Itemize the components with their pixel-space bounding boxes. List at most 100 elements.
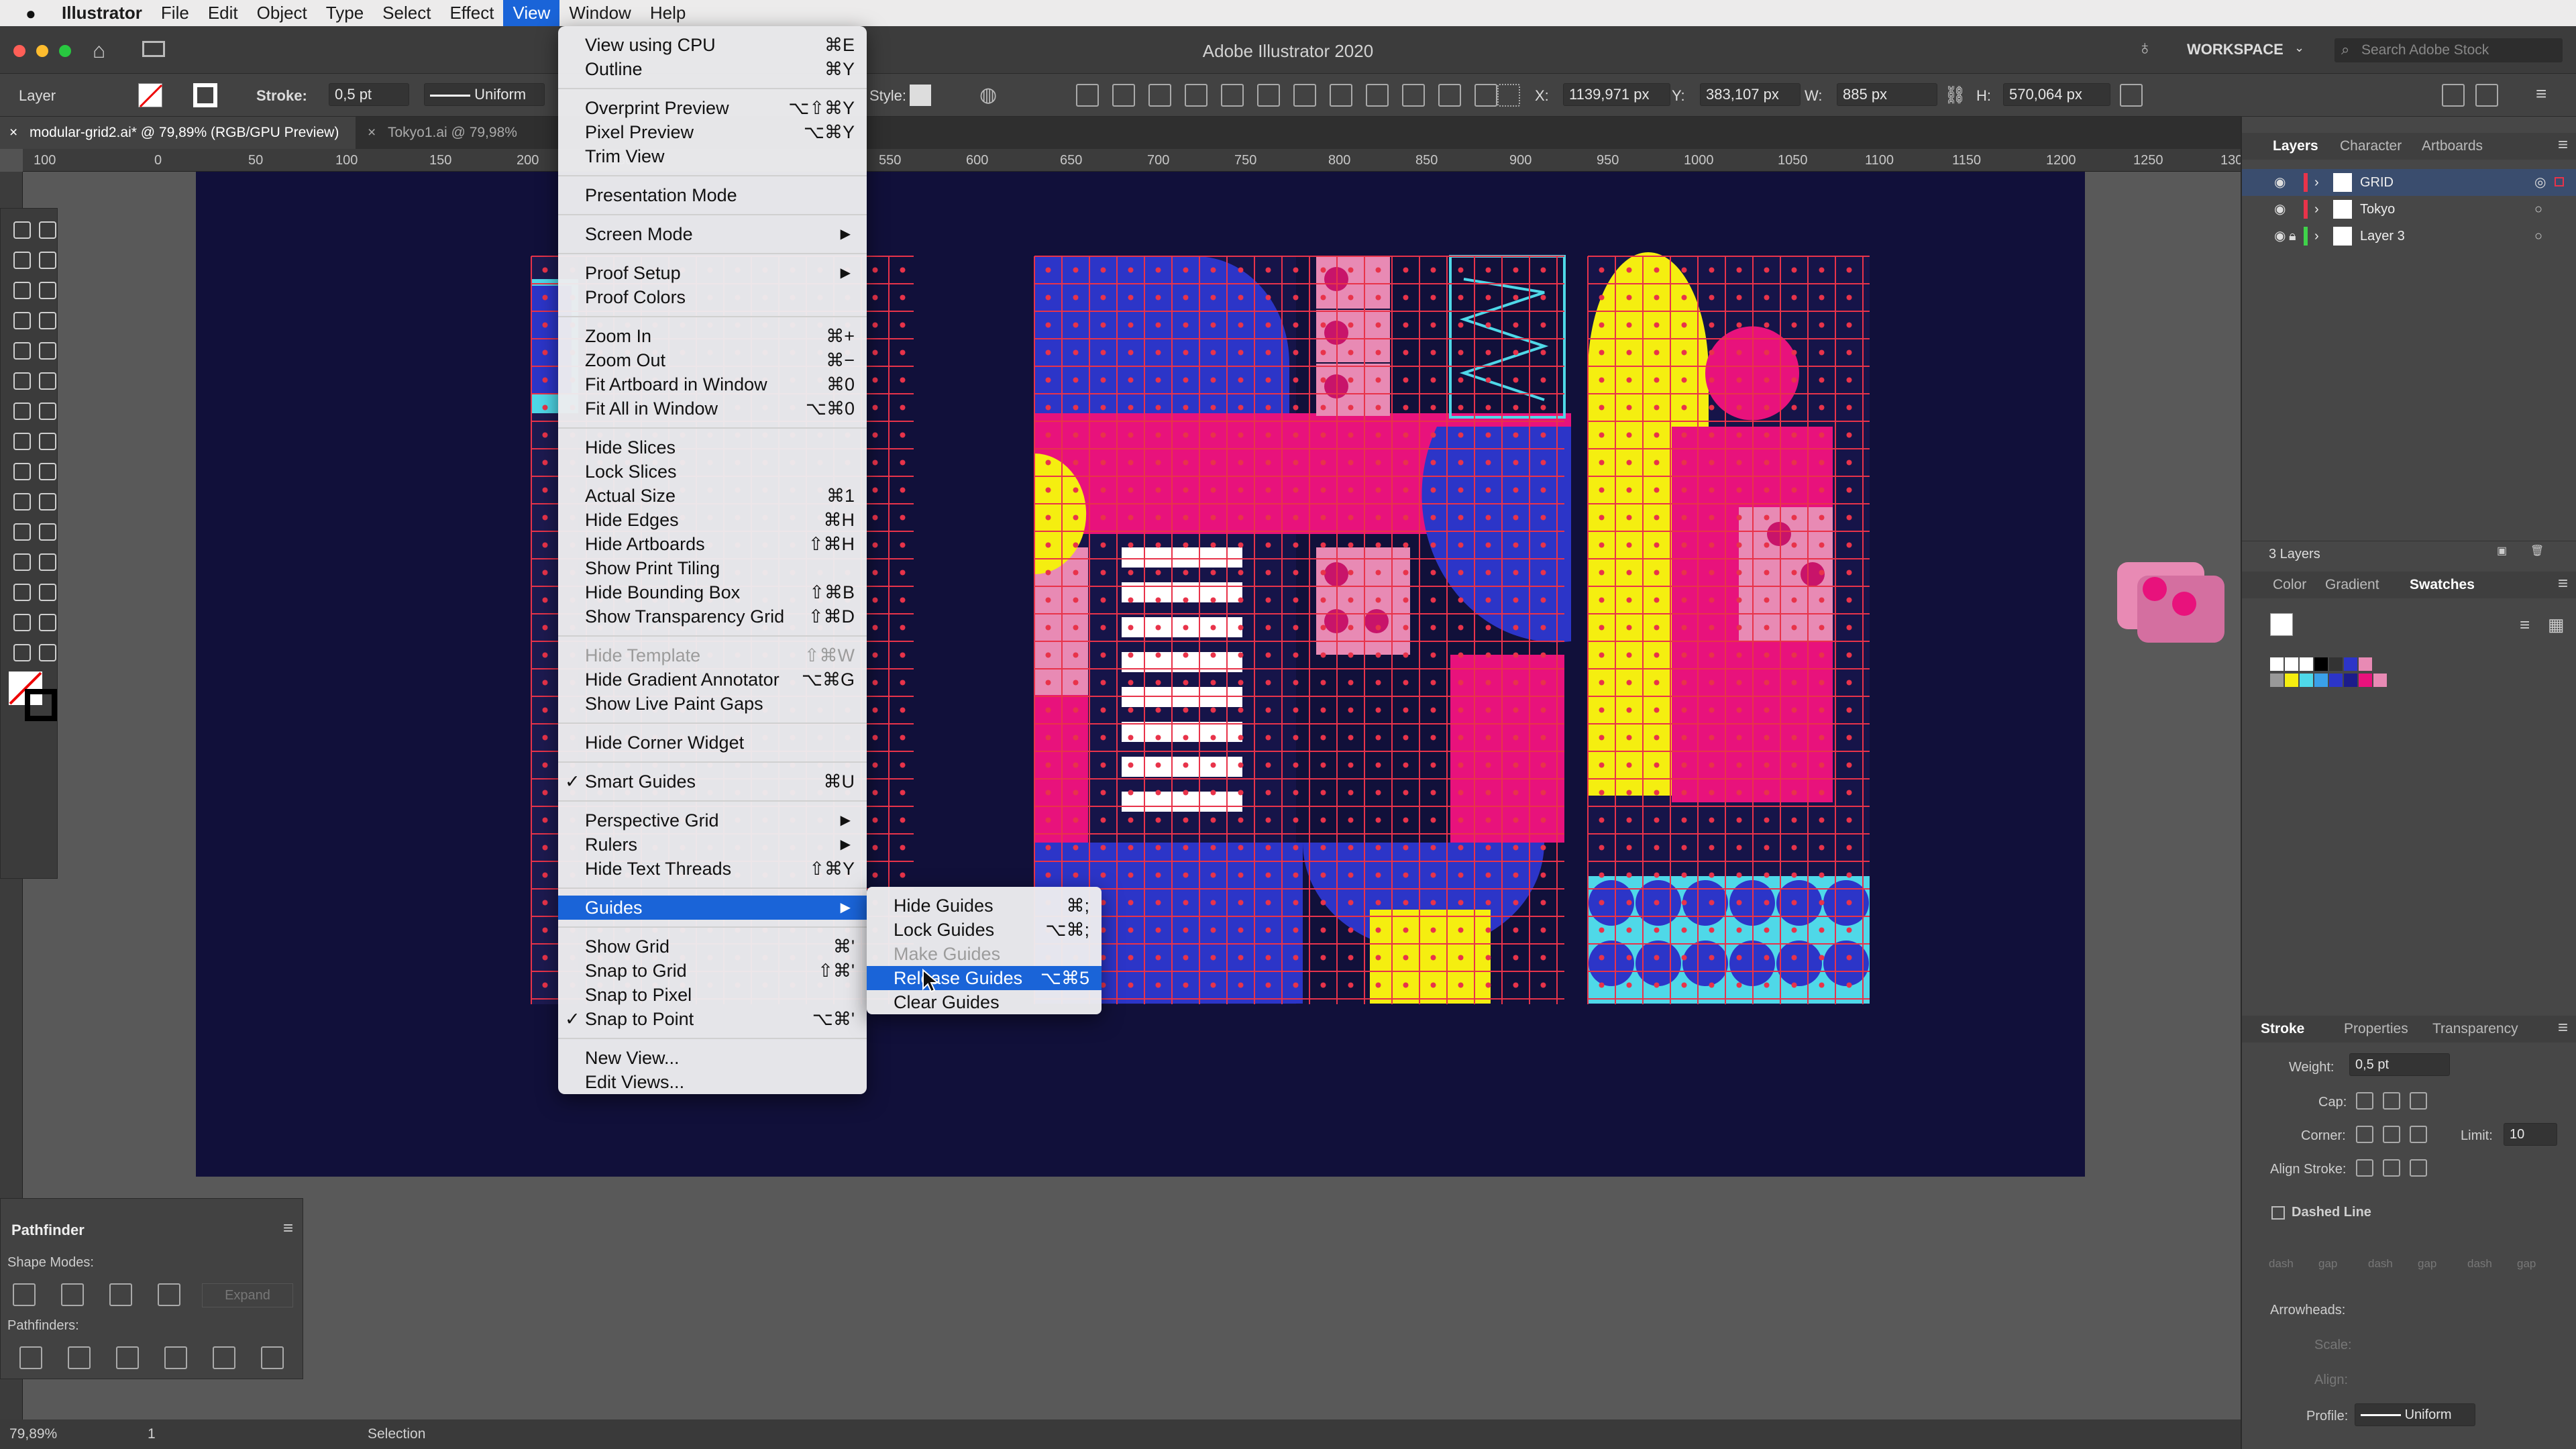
art-blue-circle[interactable]: [1589, 941, 1634, 986]
grid-dot[interactable]: [1626, 542, 1632, 548]
grid-dot[interactable]: [1540, 735, 1546, 741]
grid-dot[interactable]: [1238, 707, 1244, 713]
grid-dot[interactable]: [1375, 377, 1381, 383]
grid-dot[interactable]: [1403, 294, 1409, 301]
grid-dot[interactable]: [1846, 405, 1852, 411]
tool-icon[interactable]: [39, 402, 56, 420]
grid-dot[interactable]: [1045, 597, 1051, 603]
grid-dot[interactable]: [1128, 515, 1134, 521]
grid-dot[interactable]: [1293, 487, 1299, 493]
grid-dot[interactable]: [1626, 872, 1632, 878]
grid-dot[interactable]: [1485, 790, 1491, 796]
grid-dot[interactable]: [1764, 790, 1770, 796]
grid-dot[interactable]: [1764, 625, 1770, 631]
grid-dot[interactable]: [872, 432, 878, 438]
grid-dot[interactable]: [1540, 322, 1546, 328]
distribute-left-icon[interactable]: [1402, 84, 1425, 107]
grid-dot[interactable]: [1045, 735, 1051, 741]
grid-dot[interactable]: [900, 652, 906, 658]
grid-dot[interactable]: [1764, 597, 1770, 603]
grid-dot[interactable]: [1238, 377, 1244, 383]
grid-dot[interactable]: [1599, 322, 1605, 328]
grid-dot[interactable]: [1626, 625, 1632, 631]
grid-dot[interactable]: [1599, 762, 1605, 768]
grid-dot[interactable]: [1764, 707, 1770, 713]
grid-dot[interactable]: [1654, 790, 1660, 796]
align-inside-stroke-icon[interactable]: [2383, 1159, 2400, 1177]
grid-dot[interactable]: [1709, 872, 1715, 878]
grid-dot[interactable]: [542, 735, 548, 741]
grid-dot[interactable]: [1073, 405, 1079, 411]
grid-dot[interactable]: [1238, 735, 1244, 741]
grid-dot[interactable]: [1045, 707, 1051, 713]
swatch[interactable]: [2344, 657, 2357, 671]
layer-name[interactable]: Layer 3: [2360, 223, 2405, 250]
grid-dot[interactable]: [1764, 900, 1770, 906]
grid-dot[interactable]: [1540, 680, 1546, 686]
grid-dot[interactable]: [1513, 625, 1519, 631]
grid-dot[interactable]: [1100, 872, 1106, 878]
grid-dot[interactable]: [1403, 927, 1409, 933]
grid-dot[interactable]: [1073, 322, 1079, 328]
grid-dot[interactable]: [1348, 542, 1354, 548]
grid-dot[interactable]: [1430, 872, 1436, 878]
grid-dot[interactable]: [1155, 817, 1161, 823]
grid-dot[interactable]: [1238, 680, 1244, 686]
grid-dot[interactable]: [1654, 652, 1660, 658]
grid-dot[interactable]: [1540, 487, 1546, 493]
selection-square-icon[interactable]: [2555, 177, 2564, 186]
grid-dot[interactable]: [1709, 955, 1715, 961]
grid-dot[interactable]: [1320, 405, 1326, 411]
grid-dot[interactable]: [1736, 570, 1742, 576]
art-white-bar[interactable]: [1122, 722, 1242, 742]
grid-dot[interactable]: [1265, 900, 1271, 906]
grid-dot[interactable]: [1320, 460, 1326, 466]
grid-dot[interactable]: [872, 322, 878, 328]
grid-dot[interactable]: [1375, 680, 1381, 686]
grid-dot[interactable]: [1654, 350, 1660, 356]
grid-dot[interactable]: [1485, 294, 1491, 301]
swatch[interactable]: [2329, 657, 2343, 671]
tool-icon[interactable]: [39, 433, 56, 450]
grid-dot[interactable]: [1540, 707, 1546, 713]
grid-dot[interactable]: [1293, 735, 1299, 741]
grid-dot[interactable]: [1764, 927, 1770, 933]
grid-dot[interactable]: [1709, 900, 1715, 906]
grid-dot[interactable]: [1155, 790, 1161, 796]
grid-dot[interactable]: [542, 570, 548, 576]
transform-icon[interactable]: [2120, 84, 2143, 107]
grid-dot[interactable]: [1183, 405, 1189, 411]
grid-dot[interactable]: [1791, 267, 1797, 273]
grid-dot[interactable]: [1654, 817, 1660, 823]
grid-dot[interactable]: [1128, 487, 1134, 493]
menu-window[interactable]: Window: [559, 0, 640, 26]
grid-dot[interactable]: [1709, 432, 1715, 438]
grid-dot[interactable]: [1626, 267, 1632, 273]
grid-dot[interactable]: [1183, 900, 1189, 906]
grid-dot[interactable]: [1485, 762, 1491, 768]
grid-dot[interactable]: [1626, 570, 1632, 576]
grid-dot[interactable]: [1403, 982, 1409, 988]
grid-dot[interactable]: [1599, 680, 1605, 686]
grid-dot[interactable]: [1265, 625, 1271, 631]
grid-dot[interactable]: [1846, 927, 1852, 933]
grid-dot[interactable]: [1293, 982, 1299, 988]
grid-dot[interactable]: [1210, 735, 1216, 741]
grid-dot[interactable]: [1540, 762, 1546, 768]
grid-dot[interactable]: [1430, 294, 1436, 301]
grid-dot[interactable]: [1265, 927, 1271, 933]
grid-dot[interactable]: [1375, 487, 1381, 493]
grid-dot[interactable]: [1265, 597, 1271, 603]
grid-dot[interactable]: [872, 625, 878, 631]
tool-icon[interactable]: [39, 372, 56, 390]
tool-icon[interactable]: [39, 282, 56, 299]
distribute-center-icon[interactable]: [1330, 84, 1352, 107]
grid-dot[interactable]: [1210, 460, 1216, 466]
grid-dot[interactable]: [1626, 350, 1632, 356]
grid-dot[interactable]: [1540, 982, 1546, 988]
swatch[interactable]: [2314, 657, 2328, 671]
grid-dot[interactable]: [1430, 405, 1436, 411]
grid-dot[interactable]: [1846, 460, 1852, 466]
grid-dot[interactable]: [1265, 542, 1271, 548]
art-blue-circle[interactable]: [1776, 941, 1822, 986]
